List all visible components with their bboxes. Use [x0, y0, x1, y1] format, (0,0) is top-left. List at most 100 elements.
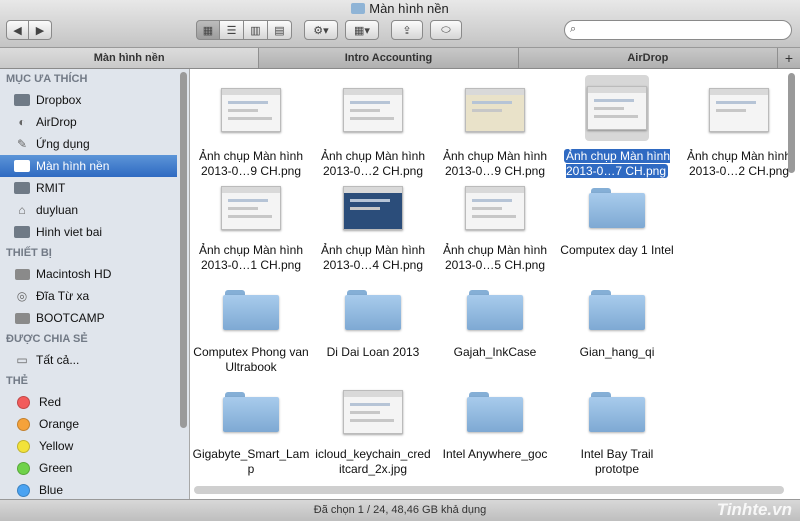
- folder-item[interactable]: Computex day 1 Intel: [558, 179, 676, 258]
- folder-item[interactable]: Intel Anywhere_goc: [436, 383, 554, 462]
- selection-highlight: [585, 74, 649, 141]
- folder-icon: [467, 290, 523, 330]
- list-view-button[interactable]: ☰: [220, 20, 244, 40]
- folder-icon: [14, 225, 30, 239]
- file-item[interactable]: Ảnh chụp Màn hình 2013-0…5 CH.png: [436, 179, 554, 273]
- network-icon: ▭: [16, 353, 28, 367]
- folder-icon: [345, 290, 401, 330]
- folder-item[interactable]: Di Dai Loan 2013: [314, 281, 432, 360]
- horizontal-scrollbar[interactable]: [194, 486, 784, 494]
- sidebar-heading-devices: THIẾT BỊ: [6, 247, 52, 259]
- view-mode-group: ▦ ☰ ▥ ▤: [196, 20, 292, 40]
- sidebar-tag-blue[interactable]: Blue: [0, 479, 189, 499]
- image-thumbnail: [343, 186, 403, 230]
- tab-bar: Màn hình nền Intro Accounting AirDrop +: [0, 48, 800, 69]
- folder-icon: [14, 181, 30, 195]
- status-text: Đã chọn 1 / 24, 48,46 GB khả dụng: [313, 504, 487, 516]
- tags-button[interactable]: ⬭: [430, 20, 462, 40]
- desktop-icon: [14, 159, 30, 173]
- tag-color-icon: [17, 439, 30, 453]
- sidebar-tag-red[interactable]: Red: [0, 391, 189, 413]
- sidebar-item-applications[interactable]: ✎ Ứng dụng: [0, 133, 189, 155]
- sidebar-item-remote-disc[interactable]: ◎ Đĩa Từ xa: [0, 285, 189, 307]
- file-item[interactable]: Ảnh chụp Màn hình 2013-0…9 CH.png: [436, 77, 554, 179]
- tab-man-hinh-nen[interactable]: Màn hình nền: [0, 48, 260, 68]
- action-button[interactable]: ⚙▾: [304, 20, 338, 40]
- tag-color-icon: [17, 417, 30, 431]
- sidebar-heading-shared: ĐƯỢC CHIA SẺ: [6, 333, 88, 345]
- sidebar-tag-orange[interactable]: Orange: [0, 413, 189, 435]
- disc-icon: ◎: [16, 289, 28, 303]
- tag-color-icon: [17, 483, 30, 497]
- search-field[interactable]: ⌕: [564, 20, 792, 40]
- folder-item[interactable]: Gian_hang_qi: [558, 281, 676, 360]
- file-item-selected[interactable]: Ảnh chụp Màn hình 2013-0…7 CH.png: [558, 72, 676, 179]
- share-button[interactable]: ⇪: [391, 20, 423, 40]
- sidebar-tag-yellow[interactable]: Yellow: [0, 435, 189, 457]
- search-icon: ⌕: [570, 23, 577, 35]
- image-thumbnail: [465, 186, 525, 230]
- status-bar: Đã chọn 1 / 24, 48,46 GB khả dụng Tinhte…: [0, 499, 800, 521]
- nav-buttons: ◀ ▶: [6, 20, 52, 40]
- folder-icon: [589, 188, 645, 228]
- file-item[interactable]: Ảnh chụp Màn hình 2013-0…2 CH.png: [680, 77, 798, 179]
- folder-item[interactable]: Intel Bay Trail prototpe: [558, 383, 676, 477]
- selected-file-label: Ảnh chụp Màn hình 2013-0…7 CH.png: [563, 149, 671, 178]
- file-item[interactable]: icloud_keychain_creditcard_2x.jpg: [314, 383, 432, 477]
- hard-disk-icon: [14, 267, 30, 281]
- folder-icon: [223, 392, 279, 432]
- sidebar-item-airdrop[interactable]: ◐ AirDrop: [0, 111, 189, 133]
- tag-color-icon: [17, 395, 30, 409]
- airdrop-icon: ◐: [18, 115, 26, 129]
- sidebar-item-rmit[interactable]: RMIT: [0, 177, 189, 199]
- scrollbar-thumb[interactable]: [788, 73, 795, 173]
- folder-icon: [223, 290, 279, 330]
- column-view-button[interactable]: ▥: [244, 20, 268, 40]
- tag-color-icon: [17, 461, 30, 475]
- window-title: Màn hình nền: [0, 1, 800, 16]
- hard-disk-icon: [14, 311, 30, 325]
- coverflow-view-button[interactable]: ▤: [268, 20, 292, 40]
- file-item[interactable]: Ảnh chụp Màn hình 2013-0…9 CH.png: [192, 77, 310, 179]
- sidebar-item-bootcamp[interactable]: BOOTCAMP: [0, 307, 189, 329]
- icon-view-button[interactable]: ▦: [196, 20, 220, 40]
- sidebar: MỤC ƯA THÍCH Dropbox ◐ AirDrop ✎ Ứng dụng …: [0, 69, 190, 499]
- file-item[interactable]: Ảnh chụp Màn hình 2013-0…2 CH.png: [314, 77, 432, 179]
- file-item[interactable]: Ảnh chụp Màn hình 2013-0…4 CH.png: [314, 179, 432, 273]
- back-button[interactable]: ◀: [6, 20, 29, 40]
- sidebar-item-all-shared[interactable]: ▭ Tất cả...: [0, 349, 189, 371]
- sidebar-heading-favorites: MỤC ƯA THÍCH: [6, 73, 88, 85]
- tab-airdrop[interactable]: AirDrop: [518, 48, 778, 68]
- watermark: Tinhte.vn: [716, 500, 792, 519]
- sidebar-item-desktop[interactable]: Màn hình nền: [0, 155, 177, 177]
- image-thumbnail: [343, 390, 403, 434]
- folder-icon: [589, 392, 645, 432]
- sidebar-tag-green[interactable]: Green: [0, 457, 189, 479]
- sidebar-item-macintosh-hd[interactable]: Macintosh HD: [0, 263, 189, 285]
- applications-icon: ✎: [16, 137, 28, 151]
- folder-item[interactable]: Computex Phong van Ultrabook: [192, 281, 310, 375]
- folder-icon: [589, 290, 645, 330]
- folder-icon: [351, 3, 366, 14]
- sidebar-item-hinh-viet-bai[interactable]: Hinh viet bai: [0, 221, 189, 243]
- file-item[interactable]: Ảnh chụp Màn hình 2013-0…1 CH.png: [192, 179, 310, 273]
- vertical-scrollbar[interactable]: [788, 73, 796, 493]
- image-thumbnail: [221, 88, 281, 132]
- image-thumbnail: [221, 186, 281, 230]
- sidebar-item-duyluan[interactable]: ⌂ duyluan: [0, 199, 189, 221]
- search-input[interactable]: [585, 23, 789, 37]
- tab-intro-accounting[interactable]: Intro Accounting: [259, 48, 519, 68]
- image-thumbnail: [709, 88, 769, 132]
- sidebar-scrollbar[interactable]: [180, 72, 187, 428]
- folder-item[interactable]: Gajah_InkCase: [436, 281, 554, 360]
- sidebar-heading-tags: THẺ: [6, 375, 28, 387]
- file-grid: Ảnh chụp Màn hình 2013-0…9 CH.png Ảnh ch…: [190, 69, 800, 499]
- image-thumbnail: [587, 85, 647, 130]
- sidebar-item-dropbox[interactable]: Dropbox: [0, 89, 189, 111]
- arrange-button[interactable]: ▦▾: [345, 20, 379, 40]
- forward-button[interactable]: ▶: [29, 20, 52, 40]
- image-thumbnail: [465, 88, 525, 132]
- new-tab-button[interactable]: +: [777, 48, 800, 68]
- home-icon: ⌂: [18, 203, 26, 217]
- folder-item[interactable]: Gigabyte_Smart_Lamp: [192, 383, 310, 477]
